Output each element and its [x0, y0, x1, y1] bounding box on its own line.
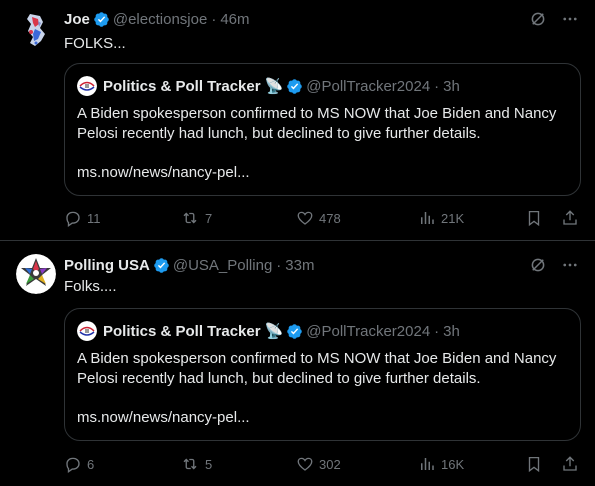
like-count: 302	[319, 456, 341, 472]
quoted-tweet[interactable]: Politics & Poll Tracker 📡 @PollTracker20…	[64, 308, 581, 441]
views-button[interactable]: 16K	[418, 455, 508, 473]
tweet-text: FOLKS...	[64, 35, 126, 52]
repost-count: 7	[205, 210, 213, 226]
repost-icon	[183, 212, 197, 224]
handle[interactable]: @PollTracker2024	[306, 323, 430, 340]
like-icon	[297, 457, 313, 471]
share-icon	[563, 456, 577, 471]
display-name[interactable]: Politics & Poll Tracker	[103, 78, 261, 95]
tweet-text: Folks....	[64, 278, 117, 295]
satellite-dish-icon: 📡	[264, 323, 284, 340]
share-icon	[563, 210, 577, 225]
verified-badge-icon	[286, 78, 303, 95]
views-icon	[421, 458, 434, 470]
separator-dot: ·	[434, 322, 440, 340]
avatar[interactable]	[16, 254, 56, 294]
separator-dot: ·	[276, 256, 282, 274]
like-button[interactable]: 302	[296, 455, 406, 473]
action-bar: 6 5 302 16K	[64, 454, 579, 474]
display-name[interactable]: Polling USA	[64, 257, 150, 274]
quoted-tweet-header: Politics & Poll Tracker 📡 @PollTracker20…	[77, 76, 460, 96]
view-count: 21K	[441, 210, 465, 226]
reply-button[interactable]: 6	[64, 455, 164, 473]
tweet-header: Polling USA @USA_Polling · 33m	[64, 255, 579, 275]
reply-icon	[66, 457, 80, 473]
bookmark-button[interactable]	[525, 455, 543, 473]
timestamp[interactable]: 3h	[443, 323, 460, 340]
separator-dot: ·	[434, 77, 440, 95]
timestamp[interactable]: 33m	[285, 257, 314, 274]
quoted-tweet-header: Politics & Poll Tracker 📡 @PollTracker20…	[77, 321, 460, 341]
view-count: 16K	[441, 456, 465, 472]
quoted-tweet[interactable]: Politics & Poll Tracker 📡 @PollTracker20…	[64, 63, 581, 196]
tweet[interactable]: Polling USA @USA_Polling · 33m Folks....…	[0, 241, 595, 482]
views-button[interactable]: 21K	[418, 209, 508, 227]
separator-dot: ·	[211, 10, 217, 28]
grok-icon[interactable]	[529, 256, 547, 274]
reply-count: 6	[87, 456, 95, 472]
verified-badge-icon	[93, 11, 110, 28]
like-count: 478	[319, 210, 341, 226]
satellite-dish-icon: 📡	[264, 78, 284, 95]
quoted-tweet-text: A Biden spokesperson confirmed to MS NOW…	[77, 350, 557, 387]
display-name[interactable]: Joe	[64, 11, 90, 28]
reply-button[interactable]: 11	[64, 209, 164, 227]
handle[interactable]: @electionsjoe	[113, 11, 207, 28]
more-icon[interactable]	[561, 256, 579, 274]
bookmark-icon	[528, 210, 540, 227]
repost-button[interactable]: 5	[180, 455, 280, 473]
display-name[interactable]: Politics & Poll Tracker	[103, 323, 261, 340]
avatar[interactable]	[77, 76, 97, 96]
avatar[interactable]	[16, 10, 56, 50]
action-bar: 11 7 478 21K	[64, 208, 579, 228]
more-icon[interactable]	[561, 10, 579, 28]
bookmark-button[interactable]	[525, 209, 543, 227]
like-button[interactable]: 478	[296, 209, 406, 227]
verified-badge-icon	[286, 323, 303, 340]
handle[interactable]: @PollTracker2024	[306, 78, 430, 95]
grok-icon[interactable]	[529, 10, 547, 28]
share-button[interactable]	[561, 209, 579, 227]
tweet[interactable]: Joe @electionsjoe · 46m FOLKS... Politic…	[0, 0, 595, 241]
verified-badge-icon	[153, 257, 170, 274]
share-button[interactable]	[561, 455, 579, 473]
repost-count: 5	[205, 456, 213, 472]
quoted-tweet-link[interactable]: ms.now/news/nancy-pel...	[77, 409, 250, 426]
bookmark-icon	[528, 456, 540, 473]
quoted-tweet-link[interactable]: ms.now/news/nancy-pel...	[77, 164, 250, 181]
repost-icon	[183, 458, 197, 470]
timestamp[interactable]: 3h	[443, 78, 460, 95]
reply-icon	[66, 211, 80, 227]
reply-count: 11	[87, 210, 101, 226]
avatar[interactable]	[77, 321, 97, 341]
views-icon	[421, 212, 434, 224]
like-icon	[297, 211, 313, 225]
handle[interactable]: @USA_Polling	[173, 257, 272, 274]
timestamp[interactable]: 46m	[220, 11, 249, 28]
tweet-header: Joe @electionsjoe · 46m	[64, 9, 579, 29]
quoted-tweet-text: A Biden spokesperson confirmed to MS NOW…	[77, 105, 557, 142]
repost-button[interactable]: 7	[180, 209, 280, 227]
